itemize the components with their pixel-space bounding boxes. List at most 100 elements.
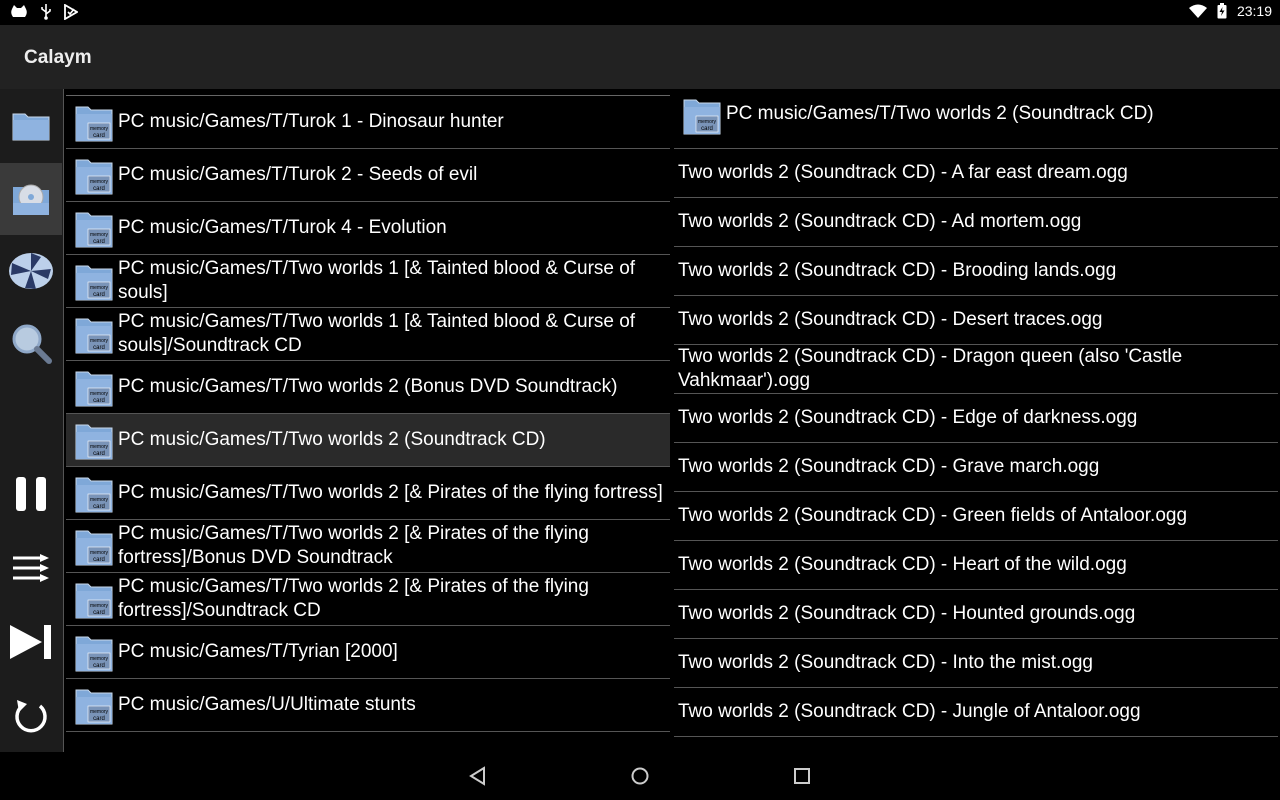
home-icon xyxy=(631,767,649,785)
repeat-icon xyxy=(15,700,47,733)
folder-label: PC music/Games/T/Two worlds 2 [& Pirates… xyxy=(118,576,589,621)
svg-text:memory: memory xyxy=(90,126,109,132)
svg-text:memory: memory xyxy=(90,603,109,609)
folder-label: PC music/Games/T/Turok 2 - Seeds of evil xyxy=(118,164,478,185)
folder-row[interactable]: memory card PC music/Games/T/Two worlds 2 … xyxy=(66,573,670,626)
memory-card-folder-icon: memory card xyxy=(682,96,722,141)
svg-text:memory: memory xyxy=(90,285,109,291)
memory-card-folder-icon: memory card xyxy=(74,580,114,625)
svg-text:memory: memory xyxy=(90,391,109,397)
folder-label: PC music/Games/T/Two worlds 1 [& Tainted… xyxy=(118,311,636,356)
status-bar: 23:19 xyxy=(0,0,1280,25)
sidebar-search-button[interactable] xyxy=(0,307,62,379)
folder-label: PC music/Games/T/Two worlds 2 [& Pirates… xyxy=(118,482,663,503)
back-button[interactable] xyxy=(466,764,490,788)
svg-text:memory: memory xyxy=(90,179,109,185)
folder-row[interactable]: memory card PC music/Games/T/Tyrian [2000] xyxy=(66,626,670,679)
folder-row[interactable]: memory card PC music/Games/T/Two worlds 2 … xyxy=(66,414,670,467)
track-label: Two worlds 2 (Soundtrack CD) - Jungle of… xyxy=(678,701,1141,722)
recents-icon xyxy=(794,768,810,784)
folder-row[interactable]: memory card PC music/Games/T/Two worlds 2 … xyxy=(66,467,670,520)
svg-text:memory: memory xyxy=(90,338,109,344)
track-label: Two worlds 2 (Soundtrack CD) - Green fie… xyxy=(678,505,1188,526)
repeat-button[interactable] xyxy=(0,686,62,746)
svg-text:card: card xyxy=(93,345,105,351)
memory-card-folder-icon: memory card xyxy=(74,421,114,466)
folder-row[interactable]: memory card PC music/Games/T/Turok 2 - See… xyxy=(66,149,670,202)
current-folder-header[interactable]: memory card PC music/Games/T/Two worlds … xyxy=(674,89,1278,149)
folder-icon xyxy=(12,113,50,141)
memory-card-folder-icon: memory card xyxy=(74,103,114,148)
folder-row[interactable]: memory card PC music/Games/T/Two worlds 2 … xyxy=(66,361,670,414)
folder-label: PC music/Games/T/Turok 1 - Dinosaur hunt… xyxy=(118,111,504,132)
svg-text:memory: memory xyxy=(90,550,109,556)
track-label: Two worlds 2 (Soundtrack CD) - Heart of … xyxy=(678,554,1127,575)
folder-row[interactable]: memory card PC music/Games/T/Two worlds 2 … xyxy=(66,520,670,573)
track-row[interactable]: Two worlds 2 (Soundtrack CD) - Dragon qu… xyxy=(674,345,1278,394)
media-check-icon xyxy=(64,4,78,20)
status-time: 23:19 xyxy=(1236,3,1272,19)
magnifier-icon xyxy=(12,324,52,364)
wifi-icon xyxy=(1188,4,1207,18)
svg-text:card: card xyxy=(93,716,105,722)
app-title: Calaym xyxy=(24,47,92,68)
folder-row[interactable]: memory card PC music/Games/T/Turok 4 - Evo… xyxy=(66,202,670,255)
track-label: Two worlds 2 (Soundtrack CD) - Dragon qu… xyxy=(678,346,1183,391)
cat-icon xyxy=(11,5,27,17)
sidebar-folder-button[interactable] xyxy=(0,89,62,161)
home-button[interactable] xyxy=(628,764,652,788)
track-row[interactable]: Two worlds 2 (Soundtrack CD) - Edge of d… xyxy=(674,394,1278,443)
track-label: Two worlds 2 (Soundtrack CD) - Ad mortem… xyxy=(678,211,1082,232)
skip-next-icon xyxy=(10,625,51,659)
memory-card-folder-icon: memory card xyxy=(74,474,114,519)
svg-text:memory: memory xyxy=(90,497,109,503)
pause-button[interactable] xyxy=(0,464,62,524)
track-row[interactable]: Two worlds 2 (Soundtrack CD) - Ad mortem… xyxy=(674,198,1278,247)
memory-card-folder-icon: memory card xyxy=(74,527,114,572)
status-left-icons xyxy=(10,4,78,20)
current-folder-label: PC music/Games/T/Two worlds 2 (Soundtrac… xyxy=(726,103,1154,124)
svg-text:card: card xyxy=(93,398,105,404)
memory-card-folder-icon: memory card xyxy=(74,209,114,254)
svg-text:card: card xyxy=(93,292,105,298)
app-bar: Calaym xyxy=(0,25,1280,89)
folder-row[interactable]: memory card PC music/Games/T/Two worlds 1 … xyxy=(66,255,670,308)
memory-card-folder-icon: memory card xyxy=(74,262,114,307)
recents-button[interactable] xyxy=(790,764,814,788)
track-list: memory card PC music/Games/T/Two worlds … xyxy=(674,89,1278,752)
track-label: Two worlds 2 (Soundtrack CD) - Desert tr… xyxy=(678,309,1103,330)
sidebar-disc-button[interactable] xyxy=(0,163,62,235)
folder-row[interactable]: memory card PC music/Games/T/Two worlds 1 … xyxy=(66,308,670,361)
track-row[interactable]: Two worlds 2 (Soundtrack CD) - Grave mar… xyxy=(674,443,1278,492)
folder-row[interactable]: memory card PC music/Games/T/Turok 1 - Din… xyxy=(66,96,670,149)
svg-text:card: card xyxy=(93,186,105,192)
track-label: Two worlds 2 (Soundtrack CD) - A far eas… xyxy=(678,162,1128,183)
memory-card-folder-icon: memory card xyxy=(74,368,114,413)
svg-text:memory: memory xyxy=(90,656,109,662)
sidebar-pinwheel-button[interactable] xyxy=(0,235,62,307)
track-label: Two worlds 2 (Soundtrack CD) - Edge of d… xyxy=(678,407,1138,428)
system-nav-bar xyxy=(0,752,1280,800)
svg-text:card: card xyxy=(93,504,105,510)
track-row[interactable]: Two worlds 2 (Soundtrack CD) - Brooding … xyxy=(674,247,1278,296)
svg-text:card: card xyxy=(93,133,105,139)
track-label: Two worlds 2 (Soundtrack CD) - Grave mar… xyxy=(678,456,1100,477)
skip-next-button[interactable] xyxy=(0,612,62,672)
folder-label: PC music/Games/T/Two worlds 2 [& Pirates… xyxy=(118,523,589,568)
folder-row[interactable]: memory card PC music/Games/U/Ultimate stun… xyxy=(66,679,670,732)
track-row[interactable]: Two worlds 2 (Soundtrack CD) - A far eas… xyxy=(674,149,1278,198)
battery-icon xyxy=(1217,3,1227,19)
track-row[interactable]: Two worlds 2 (Soundtrack CD) - Jungle of… xyxy=(674,688,1278,737)
track-row[interactable]: Two worlds 2 (Soundtrack CD) - Into the … xyxy=(674,639,1278,688)
track-row[interactable]: Two worlds 2 (Soundtrack CD) - Desert tr… xyxy=(674,296,1278,345)
folder-label: PC music/Games/T/Tyrian [2000] xyxy=(118,641,398,662)
track-row[interactable]: Two worlds 2 (Soundtrack CD) - Heart of … xyxy=(674,541,1278,590)
queue-button[interactable] xyxy=(0,538,62,598)
svg-text:card: card xyxy=(93,557,105,563)
back-icon xyxy=(469,766,485,786)
track-row[interactable]: Two worlds 2 (Soundtrack CD) - Hounted g… xyxy=(674,590,1278,639)
track-row[interactable]: Two worlds 2 (Soundtrack CD) - Green fie… xyxy=(674,492,1278,541)
folder-label: PC music/Games/T/Two worlds 2 (Bonus DVD… xyxy=(118,376,618,397)
status-right-icons: 23:19 xyxy=(1188,3,1272,19)
track-label: Two worlds 2 (Soundtrack CD) - Into the … xyxy=(678,652,1093,673)
